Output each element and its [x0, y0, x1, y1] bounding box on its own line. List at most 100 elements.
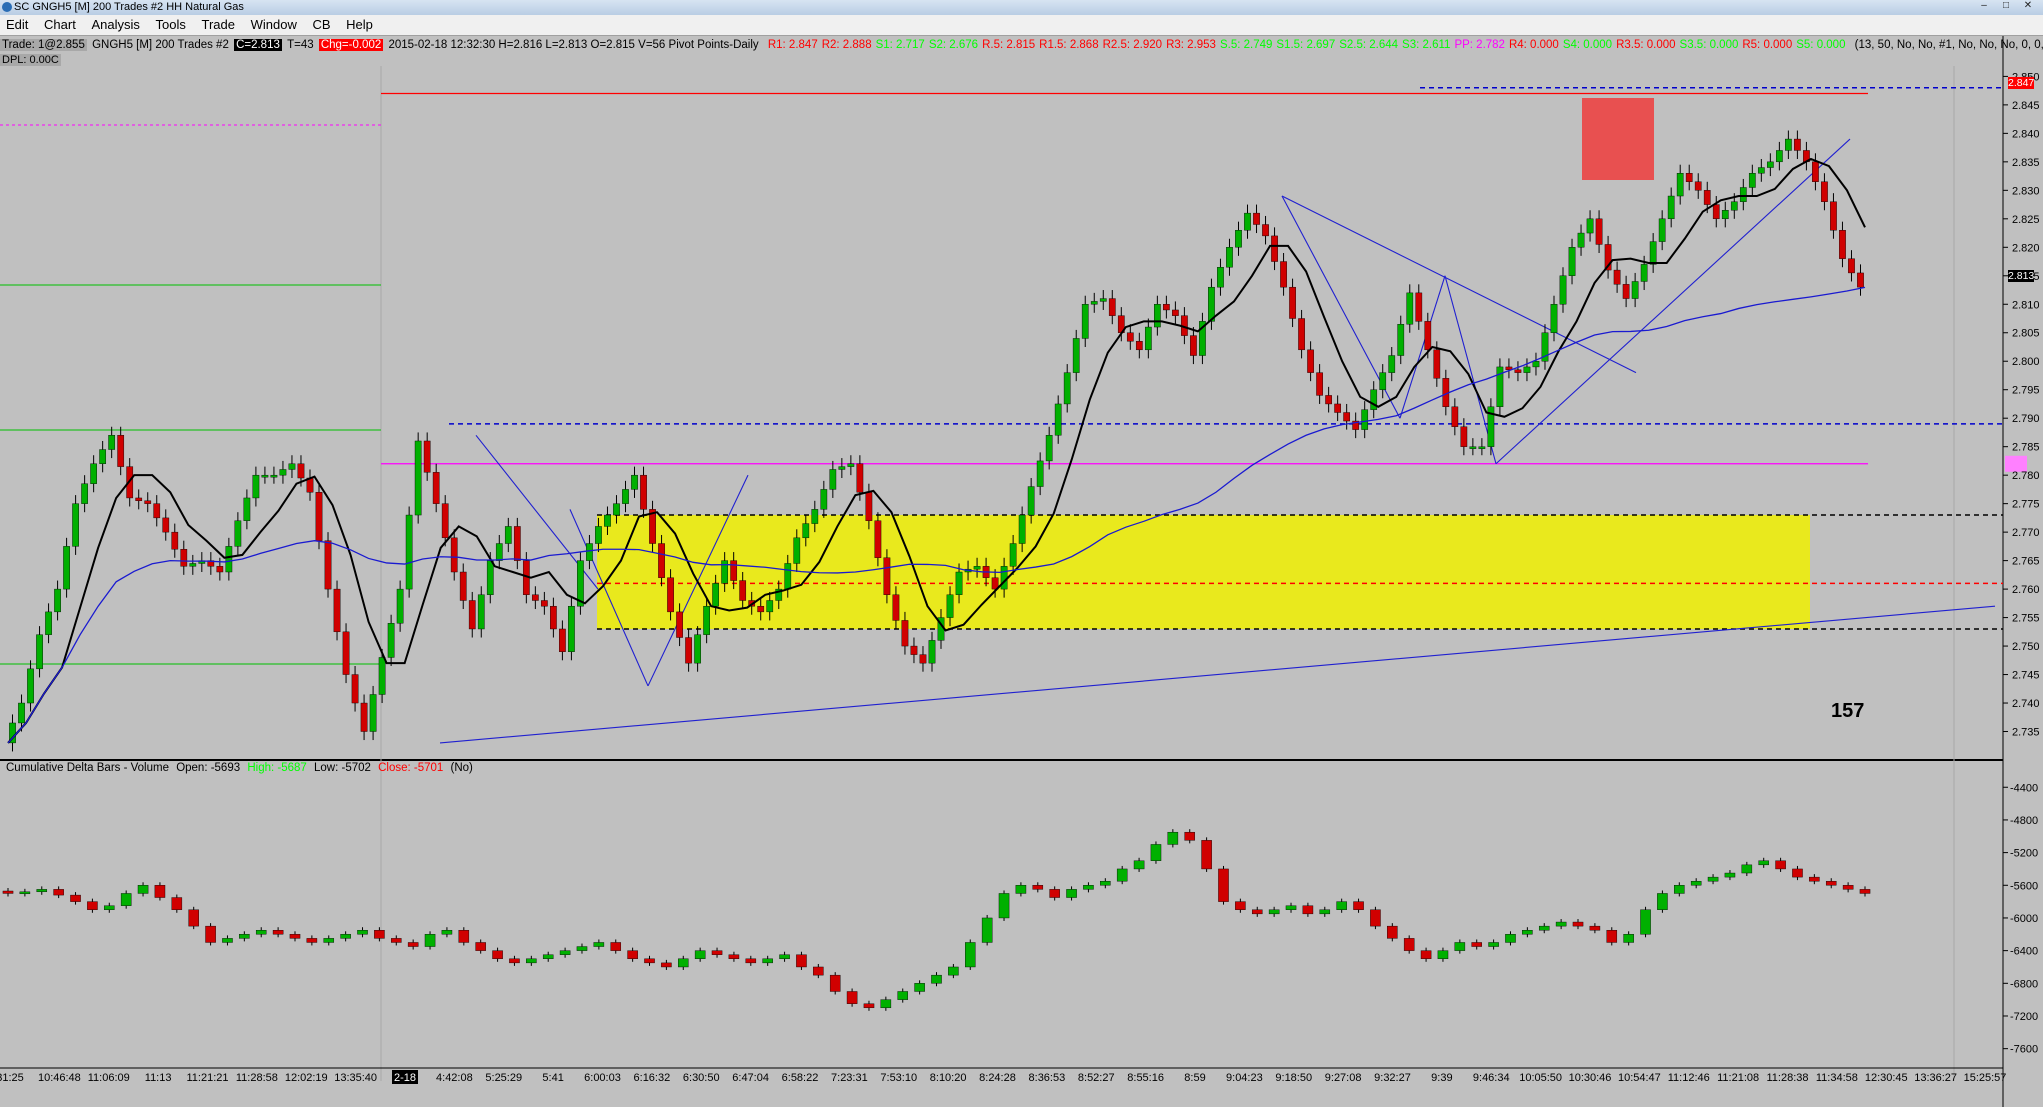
candle-body-168 [1523, 366, 1531, 373]
candle-body-17 [162, 517, 170, 533]
candle-body-68 [622, 489, 629, 504]
lower-high: High: -5687 [247, 762, 307, 774]
delta-bar-51 [863, 1003, 875, 1009]
candle-body-113 [1027, 486, 1035, 516]
maximize-icon[interactable]: □ [1997, 0, 2015, 12]
delta-bar-76 [1285, 905, 1297, 910]
candle-body-128 [1163, 304, 1170, 311]
time-tick-label-39: 13:36:27 [1914, 1072, 1957, 1084]
candle-body-139 [1262, 224, 1269, 237]
candle-body-49 [450, 537, 458, 573]
chart-area[interactable]: 2.8502.8452.8402.8352.8302.8252.8202.815… [0, 36, 2043, 1107]
time-tick-label-21: 8:36:53 [1029, 1072, 1066, 1084]
candle-body-20 [189, 563, 197, 567]
pivot-18: S5: 0.000 [1796, 39, 1846, 51]
menu-help[interactable]: Help [346, 15, 373, 35]
delta-bar-71 [1201, 840, 1212, 870]
delta-bar-5 [87, 901, 98, 910]
price-tick-label-18: 2.760 [2012, 584, 2040, 596]
candle-body-88 [802, 523, 810, 539]
candle-body-55 [504, 526, 512, 544]
time-tick-label-29: 9:39 [1431, 1072, 1452, 1084]
candle-body-45 [414, 440, 422, 516]
candle-body-203 [1839, 230, 1846, 259]
candle-body-201 [1821, 181, 1828, 202]
delta-tick-label-6: -6800 [2010, 978, 2038, 990]
candle-body-41 [378, 657, 386, 695]
pivot-7: R3: 2.953 [1166, 39, 1216, 51]
candle-body-171 [1550, 304, 1558, 333]
delta-bar-84 [1420, 950, 1432, 960]
lower-pane-label: Cumulative Delta Bars - Volume Open: -56… [6, 762, 477, 774]
delta-bar-95 [1606, 930, 1618, 943]
candle-body-118 [1072, 338, 1080, 373]
candle-body-2 [27, 668, 34, 704]
candle-body-51 [468, 600, 476, 630]
candle-body-7 [72, 503, 79, 547]
menu-cb[interactable]: CB [312, 15, 330, 35]
time-tick-label-8: 2-18 [394, 1072, 416, 1084]
delta-tick-label-2: -5200 [2010, 848, 2038, 860]
delta-bar-64 [1083, 885, 1094, 890]
pivot-9: S1.5: 2.697 [1276, 39, 1336, 51]
delta-bar-98 [1657, 893, 1668, 910]
delta-bar-56 [948, 966, 959, 976]
delta-bar-12 [205, 925, 216, 943]
candle-body-35 [324, 540, 332, 590]
delta-bar-55 [931, 974, 942, 984]
delta-bar-13 [222, 938, 233, 943]
candle-body-92 [838, 466, 846, 470]
delta-bar-20 [340, 934, 351, 939]
delta-bar-33 [559, 950, 571, 955]
candle-body-148 [1343, 412, 1351, 422]
candle-body-102 [928, 640, 936, 664]
candle-body-144 [1307, 349, 1314, 373]
window-title: SC GNGH5 [M] 200 Trades #2 HH Natural Ga… [14, 1, 244, 13]
candle-body-67 [613, 503, 620, 516]
delta-bar-29 [492, 950, 503, 960]
candle-body-183 [1658, 218, 1666, 242]
price-tick-label-19: 2.755 [2012, 613, 2040, 625]
minimize-icon[interactable]: – [1975, 0, 1993, 12]
candle-body-124 [1126, 332, 1134, 342]
candle-body-27 [252, 474, 260, 499]
menu-window[interactable]: Window [251, 15, 297, 35]
candle-body-136 [1235, 230, 1242, 248]
menu-trade[interactable]: Trade [201, 15, 234, 35]
candle-body-54 [495, 543, 503, 561]
delta-bar-94 [1589, 925, 1601, 931]
menu-tools[interactable]: Tools [156, 15, 186, 35]
delta-bar-85 [1437, 950, 1449, 960]
delta-bar-52 [880, 999, 892, 1009]
menu-edit[interactable]: Edit [6, 15, 28, 35]
symbol-label: GNGH5 [M] 200 Trades #2 [92, 39, 229, 51]
candle-body-204 [1848, 258, 1855, 274]
candle-body-142 [1289, 286, 1296, 319]
delta-bar-14 [239, 934, 250, 939]
delta-bar-41 [694, 950, 706, 960]
title-bar: SC GNGH5 [M] 200 Trades #2 HH Natural Ga… [0, 0, 2043, 15]
candle-body-97 [883, 557, 891, 595]
candle-body-167 [1514, 369, 1522, 373]
menu-chart[interactable]: Chart [44, 15, 76, 35]
candle-body-96 [874, 520, 882, 558]
delta-bar-87 [1471, 942, 1482, 947]
candle-body-36 [333, 588, 341, 633]
time-tick-label-20: 8:24:28 [979, 1072, 1016, 1084]
delta-tick-label-1: -4800 [2010, 815, 2038, 827]
delta-bar-42 [711, 950, 723, 955]
close-icon[interactable]: ✕ [2019, 0, 2037, 12]
delta-bar-49 [829, 974, 841, 992]
candle-body-1 [18, 702, 25, 724]
candle-body-4 [45, 611, 52, 635]
candle-body-174 [1577, 232, 1585, 248]
menu-analysis[interactable]: Analysis [91, 15, 139, 35]
candle-body-83 [757, 605, 765, 613]
delta-bar-79 [1336, 901, 1347, 910]
delta-bar-25 [424, 934, 436, 947]
price-tick-label-10: 2.800 [2012, 356, 2040, 368]
candle-body-116 [1054, 403, 1062, 436]
candle-body-112 [1018, 514, 1026, 544]
delta-bar-97 [1640, 909, 1651, 935]
delta-bar-38 [644, 958, 655, 964]
